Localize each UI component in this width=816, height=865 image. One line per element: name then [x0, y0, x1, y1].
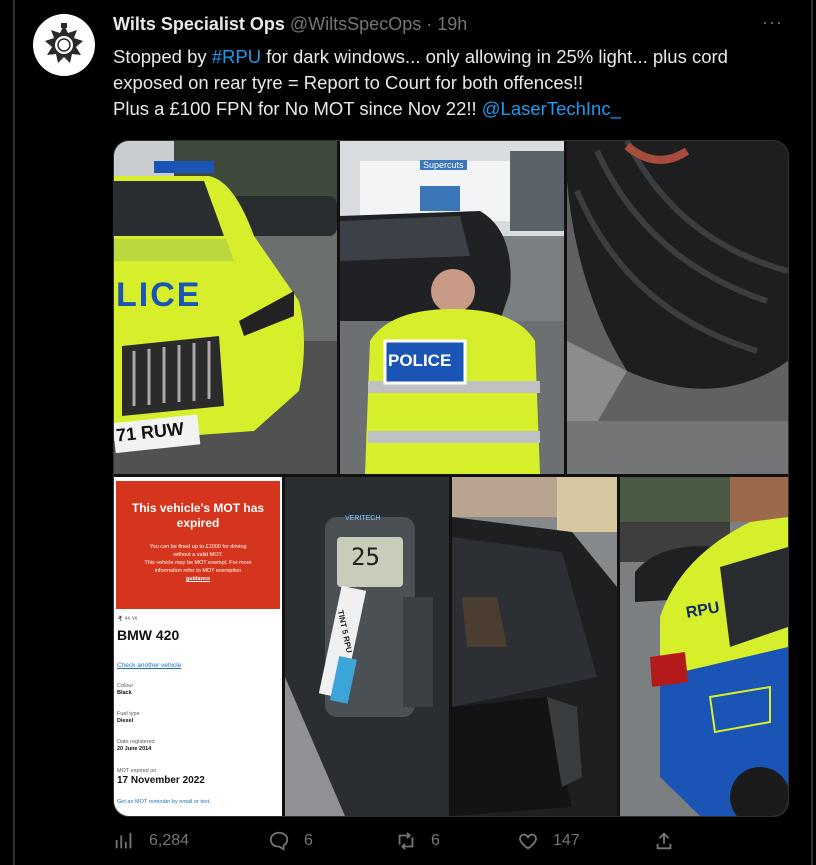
- reply-icon: [269, 831, 289, 851]
- mot-body-text: You can be fined up to £1000 for driving: [149, 544, 247, 550]
- separator: ·: [426, 14, 433, 34]
- mot-reminder-link[interactable]: Get an MOT reminder by email or text.: [117, 799, 211, 805]
- tweet-text-line: exposed on rear tyre = Report to Court f…: [113, 72, 584, 93]
- display-name[interactable]: Wilts Specialist Ops: [113, 14, 285, 34]
- avatar[interactable]: [33, 14, 95, 76]
- mot-body-text: information refer to MOT exemption: [154, 568, 242, 574]
- tweet-text-part: Stopped by: [113, 46, 212, 67]
- mot-heading: This vehicle's MOT has: [131, 501, 265, 515]
- like-action[interactable]: 147: [517, 830, 580, 852]
- hashtag-link[interactable]: #RPU: [212, 46, 261, 67]
- handle[interactable]: @WiltsSpecOps: [290, 14, 421, 34]
- check-another-link[interactable]: Check another vehicle: [117, 662, 181, 669]
- tweet-text-part: Plus a £100 FPN for No MOT since Nov 22!…: [113, 98, 482, 119]
- tweet-text: Stopped by #RPU for dark windows... only…: [113, 44, 793, 122]
- reg-number-blurred: ₹ ⁴⁶ ᵛ⁶: [118, 616, 138, 623]
- meter-brand: VERITECH: [345, 515, 381, 522]
- police-livery-text: LICE: [116, 276, 202, 314]
- share-icon: [656, 832, 672, 850]
- media-grid[interactable]: LICE 71 RUW POLICE Supercuts This vehicl…: [113, 140, 789, 817]
- mention-link[interactable]: @LaserTechInc_: [482, 98, 621, 119]
- photo-officer[interactable]: POLICE Supercuts: [340, 141, 564, 474]
- views-action[interactable]: 6,284: [113, 830, 189, 852]
- field-label: Date registered: [117, 739, 155, 745]
- mot-body-text: This vehicle may be MOT exempt. For more: [144, 560, 252, 566]
- photo-tint-meter[interactable]: 25 VERITECH TINT 5 RPU: [285, 477, 449, 816]
- colour-value: Black: [117, 690, 132, 696]
- tweet-header: Wilts Specialist Ops @WiltsSpecOps · 19h: [113, 14, 467, 35]
- retweet-action[interactable]: 6: [395, 830, 440, 852]
- photo-dark-window[interactable]: [452, 477, 617, 816]
- views-count: 6,284: [149, 832, 190, 849]
- reply-count: 6: [304, 832, 313, 849]
- mot-alert-panel: This vehicle's MOT has expired You can b…: [116, 481, 280, 609]
- mot-status-screenshot[interactable]: This vehicle's MOT has expired You can b…: [114, 477, 282, 816]
- mot-expired-value: 17 November 2022: [117, 775, 205, 786]
- field-label: Fuel type: [117, 711, 140, 717]
- share-action[interactable]: [653, 830, 689, 852]
- analytics-icon: [115, 832, 132, 849]
- meter-reading: 25: [351, 543, 380, 571]
- retweet-count: 6: [431, 832, 440, 849]
- retweet-icon: [398, 832, 414, 850]
- field-label: MOT expired on: [117, 768, 157, 774]
- reply-action[interactable]: 6: [268, 830, 313, 852]
- mot-exemption-link[interactable]: guidance: [116, 575, 280, 583]
- shop-sign: Supercuts: [420, 160, 467, 170]
- fuel-value: Diesel: [117, 718, 134, 724]
- vehicle-model: BMW 420: [117, 627, 180, 643]
- timestamp[interactable]: 19h: [437, 14, 467, 34]
- police-crest-icon: [45, 23, 83, 63]
- tweet-text-part: for dark windows... only allowing in 25%…: [261, 46, 728, 67]
- photo-police-car[interactable]: LICE 71 RUW: [114, 141, 337, 474]
- mot-heading: expired: [176, 516, 220, 530]
- like-count: 147: [553, 832, 580, 849]
- mot-body-text: without a valid MOT.: [173, 552, 223, 558]
- field-label: Colour: [117, 683, 134, 689]
- photo-tyre[interactable]: [567, 141, 788, 474]
- photo-rpu-car[interactable]: RPU: [620, 477, 788, 816]
- more-options-icon[interactable]: ···: [762, 12, 783, 33]
- heart-icon: [519, 833, 537, 850]
- date-registered-value: 20 June 2014: [117, 746, 152, 752]
- tweet-actions: 6,284 6 6 147: [113, 830, 713, 858]
- vest-police-text: POLICE: [388, 351, 452, 370]
